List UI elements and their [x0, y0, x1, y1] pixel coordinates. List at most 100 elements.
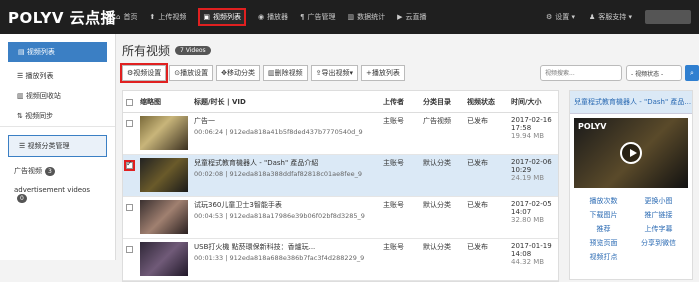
category-cell: 默认分类	[420, 154, 464, 197]
link-recommend[interactable]: 推荐	[576, 224, 631, 234]
sidebar: ▤ 视频列表 ☰ 播放列表 ▥ 视频回收站 ⇅ 视频同步 ☰ 视频分类管理 广告…	[0, 34, 116, 260]
nav-ads[interactable]: ¶ 广告管理	[294, 0, 341, 34]
row-checkbox-cell	[123, 196, 137, 239]
video-settings-button[interactable]: ⚙ 视频设置	[119, 63, 169, 83]
trash-icon: ▥	[17, 92, 26, 100]
row-checkbox[interactable]	[126, 204, 133, 211]
link-download-image[interactable]: 下载图片	[576, 210, 631, 220]
sidebar-playlist-label: 播放列表	[25, 72, 54, 80]
row-checkbox[interactable]	[124, 159, 135, 171]
sync-icon: ⇅	[17, 112, 26, 120]
col-time-size: 时间/大小	[508, 91, 558, 113]
account-name-blurred[interactable]	[645, 10, 691, 24]
status-select[interactable]: - 视频状态 -	[626, 65, 682, 81]
video-thumbnail[interactable]	[140, 158, 188, 192]
upload-date: 2017-02-06	[511, 158, 552, 166]
link-play-count[interactable]: 播放次数	[576, 196, 631, 206]
nav-home[interactable]: ⌂ 首页	[110, 0, 143, 34]
play-settings-button[interactable]: ⊙ 播放设置	[169, 65, 214, 81]
video-title[interactable]: USB打火機 點菸環保新科技：香爐玩...	[194, 242, 377, 252]
row-checkbox[interactable]	[126, 120, 133, 127]
video-title[interactable]: 广告一	[194, 116, 377, 126]
sidebar-item-sync[interactable]: ⇅ 视频同步	[0, 106, 115, 126]
video-thumbnail[interactable]	[140, 200, 188, 234]
nav-live[interactable]: ▶ 云直播	[391, 0, 432, 34]
link-upload-subtitle[interactable]: 上传字幕	[631, 224, 686, 234]
sidebar-item-video-list[interactable]: ▤ 视频列表	[8, 42, 107, 62]
col-category: 分类目录	[420, 91, 464, 113]
sidebar-sync-label: 视频同步	[25, 112, 54, 120]
video-list-icon: ▣	[203, 13, 210, 21]
sidebar-video-group: ▤ 视频列表 ☰ 播放列表 ▥ 视频回收站 ⇅ 视频同步	[0, 42, 115, 127]
video-title[interactable]: 兒童程式教育機器人 - "Dash" 產品介紹	[194, 158, 377, 168]
upload-time: 14:08	[511, 250, 532, 258]
preview-title: 兒童程式教育機器人 - "Dash" 產品...	[570, 91, 692, 114]
delete-video-button[interactable]: ▥ 删除视频	[263, 65, 308, 81]
table-row[interactable]: 兒童程式教育機器人 - "Dash" 產品介紹 00:02:08 | 912eda…	[123, 154, 558, 197]
nav-video-list[interactable]: ▣ 视频列表	[192, 0, 252, 34]
link-change-thumbnail[interactable]: 更换小图	[631, 196, 686, 206]
move-category-label: 移动分类	[227, 69, 256, 77]
time-size-cell: 2017-02-05 14:07 32.80 MB	[508, 196, 558, 239]
table-row[interactable]: 试玩360儿童卫士3智能手表 00:04:53 | 912eda818a17986…	[123, 196, 558, 239]
search-icon: ⌕	[690, 68, 694, 77]
upload-time: 17:58	[511, 124, 532, 132]
export-video-button[interactable]: ⇪ 导出视频▾	[310, 65, 359, 81]
title-cell: 试玩360儿童卫士3智能手表 00:04:53 | 912eda818a17986…	[191, 196, 380, 239]
nav-video-list-label: 视频列表	[212, 13, 241, 21]
title-cell: 兒童程式教育機器人 - "Dash" 產品介紹 00:02:08 | 912eda…	[191, 154, 380, 197]
upload-date: 2017-01-19	[511, 242, 552, 250]
sidebar-category-ads[interactable]: 广告视频 3	[0, 161, 115, 181]
export-video-label: 导出视频▾	[321, 69, 354, 77]
col-title: 标题/时长 | VID	[191, 91, 380, 113]
link-share-wechat[interactable]: 分享到微信	[631, 238, 686, 248]
uploader-cell: 主账号	[380, 112, 420, 155]
top-navbar: POLYV 云点播 ⌂ 首页 ⬆ 上传视频 ▣ 视频列表 ◉ 播放器 ¶ 广告管理 ▥ 数据…	[0, 0, 699, 34]
add-playlist-button[interactable]: + 播放列表	[361, 65, 405, 81]
video-count-badge: 7 Videos	[175, 45, 211, 55]
upload-time: 10:29	[511, 166, 532, 174]
video-table: 缩略图 标题/时长 | VID 上传者 分类目录 视频状态 时间/大小 广告一 0…	[123, 91, 558, 281]
playlist-icon: ☰	[17, 72, 26, 80]
link-video-markers[interactable]: 视频打点	[576, 252, 631, 262]
brand-logo[interactable]: POLYV 云点播	[0, 7, 116, 28]
nav-stats-label: 数据统计	[357, 13, 386, 21]
user-icon: ♟	[588, 13, 596, 21]
support-menu[interactable]: ♟ 客服支持 ▾	[582, 0, 639, 34]
video-title[interactable]: 试玩360儿童卫士3智能手表	[194, 200, 377, 210]
col-thumbnail: 缩略图	[137, 91, 191, 113]
delete-video-label: 删除视频	[274, 69, 303, 77]
video-thumbnail[interactable]	[140, 242, 188, 276]
select-all-checkbox[interactable]	[126, 99, 133, 106]
nav-home-label: 首页	[123, 13, 138, 21]
sidebar-video-list-label: 视频列表	[26, 48, 55, 56]
status-cell: 已发布	[464, 154, 508, 197]
sidebar-item-category-manage[interactable]: ☰ 视频分类管理	[8, 135, 107, 157]
nav-upload[interactable]: ⬆ 上传视频	[143, 0, 192, 34]
stats-icon: ▥	[347, 13, 355, 21]
sidebar-category-advertisement[interactable]: advertisement videos 0	[0, 181, 115, 208]
nav-player[interactable]: ◉ 播放器	[252, 0, 294, 34]
live-icon: ▶	[397, 13, 403, 21]
content-area: 缩略图 标题/时长 | VID 上传者 分类目录 视频状态 时间/大小 广告一 0…	[122, 90, 699, 282]
row-checkbox[interactable]	[126, 246, 133, 253]
search-button[interactable]: ⌕	[685, 65, 699, 81]
link-promo-link[interactable]: 推广链接	[631, 210, 686, 220]
settings-label: 设置 ▾	[555, 13, 575, 21]
play-icon[interactable]	[620, 142, 642, 164]
table-row[interactable]: 广告一 00:06:24 | 912eda818a41b5f8ded437b777…	[123, 112, 558, 155]
link-preview-page[interactable]: 预览页面	[576, 238, 631, 248]
sidebar-item-playlist[interactable]: ☰ 播放列表	[0, 66, 115, 86]
video-thumbnail[interactable]	[140, 116, 188, 150]
status-cell: 已发布	[464, 112, 508, 155]
thumbnail-cell	[137, 196, 191, 239]
ad-icon: ¶	[300, 13, 305, 21]
nav-stats[interactable]: ▥ 数据统计	[342, 0, 392, 34]
sidebar-category-manage-label: 视频分类管理	[27, 142, 70, 150]
sidebar-item-recycle[interactable]: ▥ 视频回收站	[0, 86, 115, 106]
search-input[interactable]	[540, 65, 622, 81]
video-player[interactable]: POLYV	[574, 118, 688, 188]
settings-menu[interactable]: ⚙ 设置 ▾	[539, 0, 582, 34]
move-category-button[interactable]: ✥ 移动分类	[216, 65, 261, 81]
search-area: - 视频状态 - ⌕	[540, 65, 699, 81]
